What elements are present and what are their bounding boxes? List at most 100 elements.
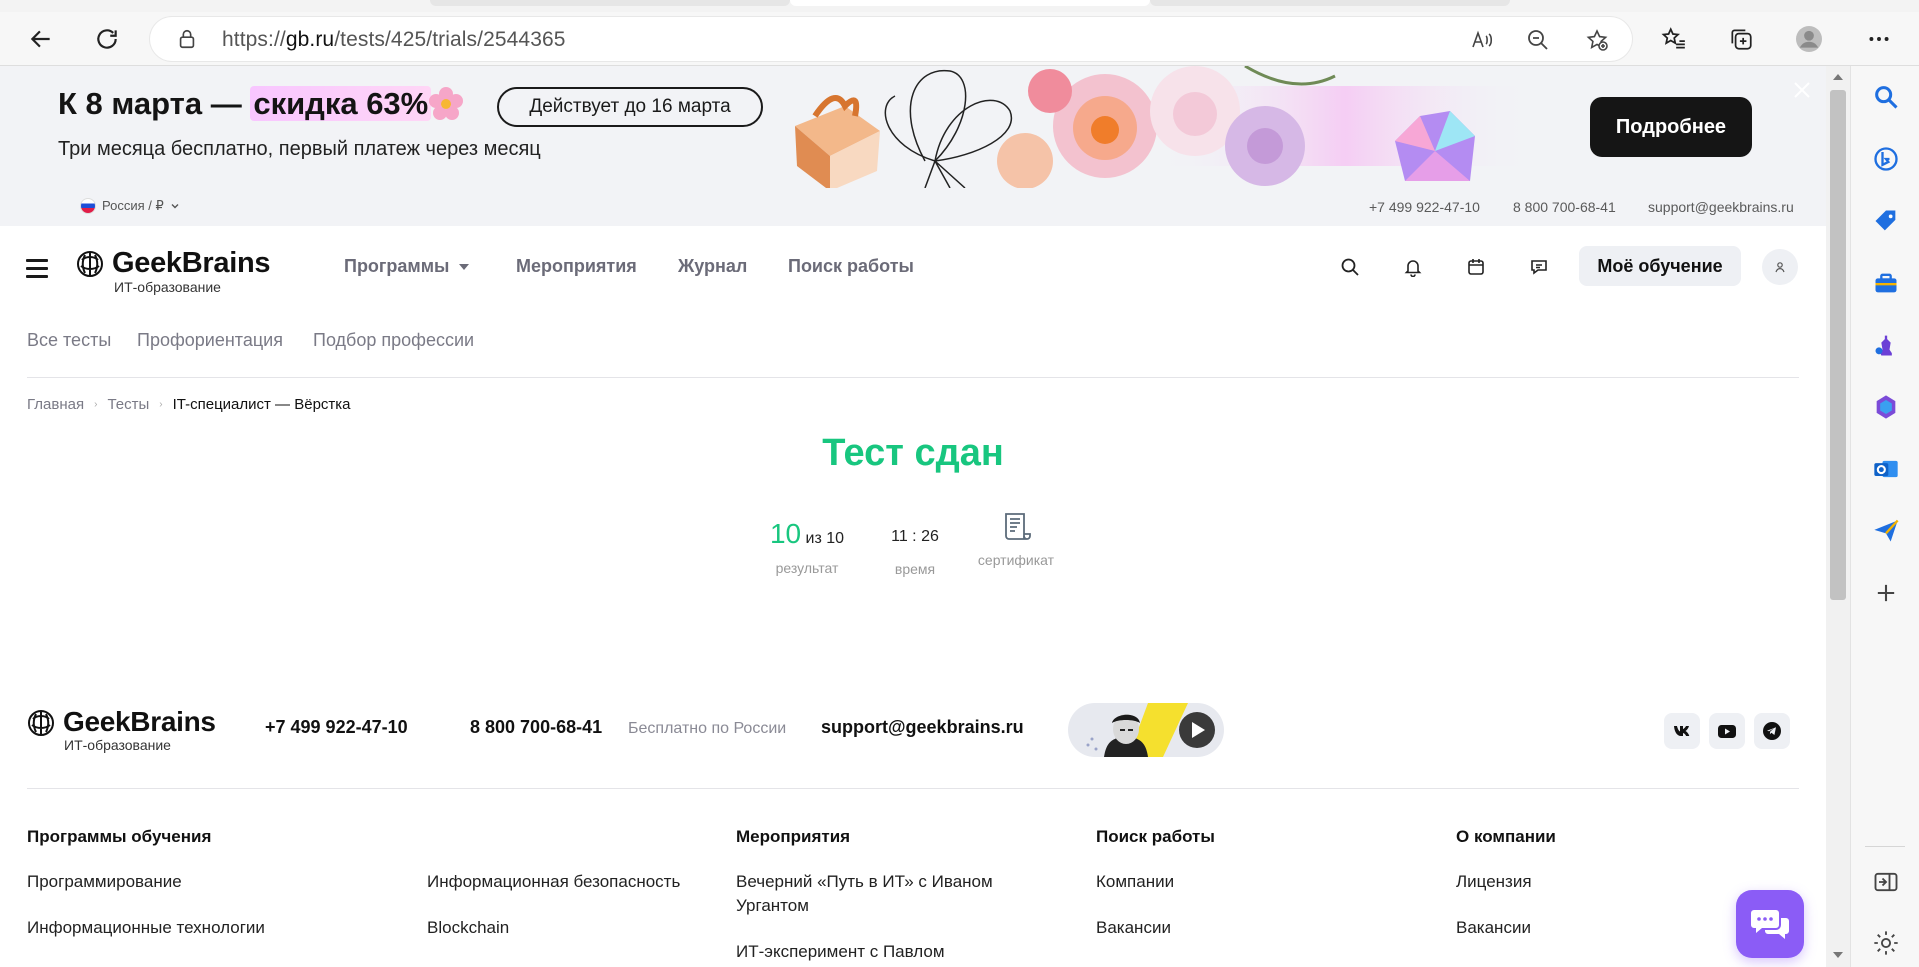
nav-events[interactable]: Мероприятия bbox=[516, 256, 637, 277]
footer-link[interactable]: Компании bbox=[1096, 870, 1174, 894]
youtube-icon bbox=[1718, 724, 1736, 738]
sidebar-search-button[interactable] bbox=[1869, 80, 1903, 114]
footer-link[interactable]: Программирование bbox=[27, 870, 182, 894]
add-favorite-button[interactable] bbox=[1582, 25, 1612, 55]
my-learning-button[interactable]: Моё обучение bbox=[1579, 246, 1741, 286]
sidebar-tools-button[interactable] bbox=[1869, 266, 1903, 300]
refresh-icon bbox=[97, 29, 117, 49]
footer-email[interactable]: support@geekbrains.ru bbox=[821, 717, 1024, 738]
promo-more-button[interactable]: Подробнее bbox=[1590, 97, 1752, 157]
favorites-button[interactable] bbox=[1655, 20, 1693, 58]
messages-button[interactable] bbox=[1526, 254, 1552, 280]
email-link[interactable]: support@geekbrains.ru bbox=[1648, 199, 1794, 215]
nav-job-search[interactable]: Поиск работы bbox=[788, 256, 914, 277]
refresh-button[interactable] bbox=[88, 20, 126, 58]
back-button[interactable] bbox=[22, 20, 60, 58]
sidebar-divider bbox=[1865, 846, 1905, 847]
footer-link[interactable]: Вакансии bbox=[1096, 916, 1171, 940]
scroll-up-arrow-icon[interactable] bbox=[1833, 74, 1843, 80]
calendar-button[interactable] bbox=[1463, 254, 1489, 280]
read-aloud-button[interactable] bbox=[1467, 25, 1497, 55]
telegram-icon bbox=[1763, 722, 1781, 740]
subnav-profession-match[interactable]: Подбор профессии bbox=[313, 330, 474, 351]
settings-more-button[interactable] bbox=[1860, 20, 1898, 58]
sidebar-add-button[interactable] bbox=[1869, 576, 1903, 610]
nav-journal[interactable]: Журнал bbox=[678, 256, 747, 277]
tests-subnav: Все тесты Профориентация Подбор професси… bbox=[0, 310, 1826, 378]
sidebar-office-button[interactable] bbox=[1869, 390, 1903, 424]
telegram-button[interactable] bbox=[1754, 713, 1790, 749]
tab-strip bbox=[0, 0, 1919, 12]
breadcrumb: Главная › Тесты › IT-специалист — Вёрстк… bbox=[27, 396, 351, 413]
youtube-button[interactable] bbox=[1709, 713, 1745, 749]
russia-flag-icon bbox=[80, 198, 96, 214]
phone-link[interactable]: +7 499 922-47-10 bbox=[1369, 199, 1480, 215]
promo-banner[interactable]: К 8 марта — скидка 63% Действует до 16 м… bbox=[0, 66, 1826, 188]
footer-link[interactable]: Blockchain bbox=[427, 916, 509, 940]
url-text[interactable]: https://gb.ru/tests/425/trials/2544365 bbox=[222, 28, 566, 52]
footer-events-title: Мероприятия bbox=[736, 827, 851, 846]
footer-link[interactable]: Информационные технологии bbox=[27, 916, 265, 940]
promo-subtitle: Три месяца бесплатно, первый платеж чере… bbox=[58, 138, 541, 160]
close-icon[interactable] bbox=[1790, 78, 1814, 102]
footer-link[interactable]: Вечерний «Путь в ИТ» с Иваном Ургантом bbox=[736, 870, 1036, 918]
sidebar-collapse-button[interactable] bbox=[1869, 865, 1903, 899]
footer-phone[interactable]: +7 499 922-47-10 bbox=[265, 717, 408, 738]
collections-button[interactable] bbox=[1722, 20, 1760, 58]
plus-icon bbox=[1877, 584, 1895, 602]
page-scrollbar[interactable] bbox=[1826, 66, 1850, 967]
certificate-label: сертификат bbox=[977, 552, 1055, 568]
site-logo[interactable]: GeekBrains ИТ-образование bbox=[76, 247, 271, 295]
sidebar-send-button[interactable] bbox=[1869, 514, 1903, 548]
footer-video-thumbnail[interactable] bbox=[1068, 703, 1224, 757]
region-selector[interactable]: Россия / ₽ bbox=[80, 198, 180, 214]
subnav-all-tests[interactable]: Все тесты bbox=[27, 330, 111, 351]
support-chat-button[interactable] bbox=[1736, 890, 1804, 958]
notifications-button[interactable] bbox=[1400, 254, 1426, 280]
profile-avatar-icon bbox=[1796, 26, 1822, 52]
vk-button[interactable] bbox=[1664, 713, 1700, 749]
sidebar-outlook-button[interactable] bbox=[1869, 452, 1903, 486]
zoom-out-button[interactable] bbox=[1523, 25, 1553, 55]
web-page: К 8 марта — скидка 63% Действует до 16 м… bbox=[0, 66, 1826, 967]
time-value: 11 : 26 bbox=[891, 528, 939, 545]
logo-name: GeekBrains bbox=[112, 247, 271, 279]
zoom-out-icon bbox=[1528, 30, 1548, 50]
breadcrumb-current: IT-специалист — Вёрстка bbox=[172, 396, 351, 413]
header-search-button[interactable] bbox=[1337, 254, 1363, 280]
menu-burger-icon[interactable] bbox=[26, 259, 48, 278]
address-bar[interactable]: https://gb.ru/tests/425/trials/2544365 bbox=[150, 17, 1632, 61]
toolbox-icon bbox=[1875, 273, 1897, 293]
gear-icon bbox=[1874, 931, 1898, 955]
sidebar-games-button[interactable] bbox=[1869, 328, 1903, 362]
user-avatar[interactable] bbox=[1762, 249, 1798, 285]
footer-jobs-title: Поиск работы bbox=[1096, 827, 1215, 846]
breadcrumb-home[interactable]: Главная bbox=[27, 396, 84, 413]
footer-link[interactable]: Информационная безопасность bbox=[427, 870, 680, 894]
scrollbar-thumb[interactable] bbox=[1830, 90, 1846, 600]
footer-logo[interactable]: GeekBrains ИТ-образование bbox=[27, 706, 216, 753]
nav-programs[interactable]: Программы bbox=[344, 256, 470, 277]
subnav-career-guidance[interactable]: Профориентация bbox=[137, 330, 283, 351]
footer-phone-free[interactable]: 8 800 700-68-41 bbox=[470, 717, 602, 738]
vk-icon bbox=[1674, 726, 1690, 736]
profile-button[interactable] bbox=[1790, 20, 1828, 58]
divider bbox=[27, 377, 1799, 378]
geekbrains-logo-icon bbox=[28, 710, 54, 736]
scroll-down-arrow-icon[interactable] bbox=[1833, 952, 1843, 958]
breadcrumb-tests[interactable]: Тесты bbox=[107, 396, 149, 413]
footer-link[interactable]: ИТ-эксперимент с Павлом bbox=[736, 940, 1036, 964]
footer-link[interactable]: Лицензия bbox=[1456, 870, 1532, 894]
chess-piece-icon bbox=[1875, 335, 1892, 356]
footer-logo-subtitle: ИТ-образование bbox=[64, 737, 171, 753]
chat-bubble-icon bbox=[1531, 260, 1547, 275]
footer-link[interactable]: Вакансии bbox=[1456, 916, 1531, 940]
phone-free-link[interactable]: 8 800 700-68-41 bbox=[1513, 199, 1616, 215]
back-arrow-icon bbox=[30, 30, 50, 48]
certificate-stat[interactable]: сертификат bbox=[968, 510, 1064, 568]
breadcrumb-separator-icon: › bbox=[159, 399, 163, 410]
sidebar-shopping-button[interactable] bbox=[1869, 204, 1903, 238]
footer-company-title: О компании bbox=[1456, 827, 1556, 846]
sidebar-bing-button[interactable] bbox=[1869, 142, 1903, 176]
sidebar-settings-button[interactable] bbox=[1869, 926, 1903, 960]
